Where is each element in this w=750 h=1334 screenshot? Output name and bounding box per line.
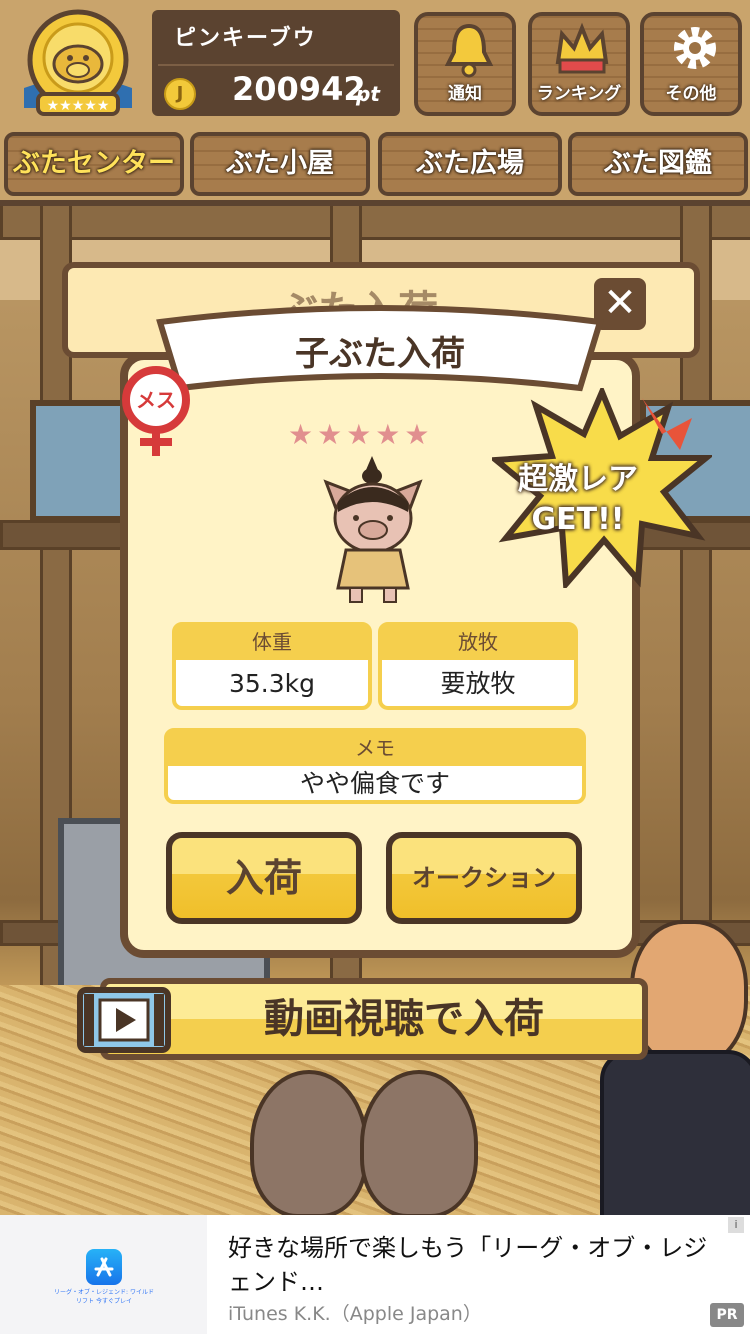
rank-medal-icon[interactable]: ★★★★★ <box>14 8 142 120</box>
accept-arrival-button[interactable]: 入荷 <box>166 832 362 924</box>
notification-button[interactable]: 通知 <box>414 12 516 116</box>
ad-source: iTunes K.K.（Apple Japan） <box>228 1303 482 1325</box>
app-caption: リーグ・オブ・レジェンド: ワイルドリフト 今すぐプレイ <box>54 1289 154 1305</box>
ad-pr-badge: PR <box>710 1303 744 1327</box>
memo-value: やや偏食です <box>299 769 450 798</box>
grazing-value: 要放牧 <box>440 669 516 698</box>
top-header: ★★★★★ ピンキーブウ J 200942 pt 通知 ランキング その他 ぶた… <box>0 0 750 206</box>
bell-icon <box>444 23 494 78</box>
tab-buta-hiroba[interactable]: ぶた広場 <box>378 132 562 196</box>
ad-info-icon[interactable]: i <box>728 1217 744 1233</box>
tab-buta-goya[interactable]: ぶた小屋 <box>190 132 370 196</box>
coin-icon: J <box>164 78 196 110</box>
gender-label: メス <box>136 388 176 412</box>
watch-video-arrival-button[interactable]: 動画視聴で入荷 <box>100 978 648 1060</box>
super-rare-line1: 超激レア <box>518 462 638 497</box>
weight-header: 体重 <box>176 626 368 660</box>
tab-buta-zukan[interactable]: ぶた図鑑 <box>568 132 748 196</box>
svg-text:★★★★★: ★★★★★ <box>47 98 110 114</box>
crown-icon <box>555 22 609 74</box>
piglet-character <box>323 456 423 603</box>
modal-title: 子ぶた入荷 <box>295 334 465 374</box>
app-store-icon <box>86 1249 122 1285</box>
video-film-icon <box>77 987 171 1053</box>
tab-buta-center[interactable]: ぶたセンター <box>4 132 184 196</box>
notification-label: 通知 <box>448 84 482 104</box>
ranking-button[interactable]: ランキング <box>528 12 630 116</box>
memo-box: メモ やや偏食です <box>164 728 586 804</box>
super-rare-badge: 超激レア GET!! <box>498 460 658 540</box>
weight-value: 35.3kg <box>228 669 315 698</box>
auction-button[interactable]: オークション <box>386 832 582 924</box>
other-label: その他 <box>665 84 717 104</box>
user-name: ピンキーブウ <box>174 26 317 51</box>
ad-app-panel[interactable]: リーグ・オブ・レジェンド: ワイルドリフト 今すぐプレイ <box>0 1215 207 1334</box>
user-panel: ピンキーブウ J 200942 pt <box>152 10 400 116</box>
points-value: 200942 <box>232 70 366 108</box>
gear-icon <box>674 27 716 69</box>
points-unit: pt <box>356 82 380 106</box>
rarity-stars: ★★★★★ <box>288 418 434 451</box>
other-button[interactable]: その他 <box>640 12 742 116</box>
memo-header: メモ <box>168 732 582 766</box>
weight-box: 体重 35.3kg <box>172 622 372 710</box>
ad-title[interactable]: 好きな場所で楽しもう「リーグ・オブ・レジェンド… <box>228 1231 708 1299</box>
ranking-label: ランキング <box>536 84 622 104</box>
grazing-box: 放牧 要放牧 <box>378 622 578 710</box>
super-rare-line2: GET!! <box>531 502 625 537</box>
grazing-header: 放牧 <box>382 626 574 660</box>
ad-banner[interactable]: リーグ・オブ・レジェンド: ワイルドリフト 今すぐプレイ 好きな場所で楽しもう「… <box>0 1215 750 1334</box>
